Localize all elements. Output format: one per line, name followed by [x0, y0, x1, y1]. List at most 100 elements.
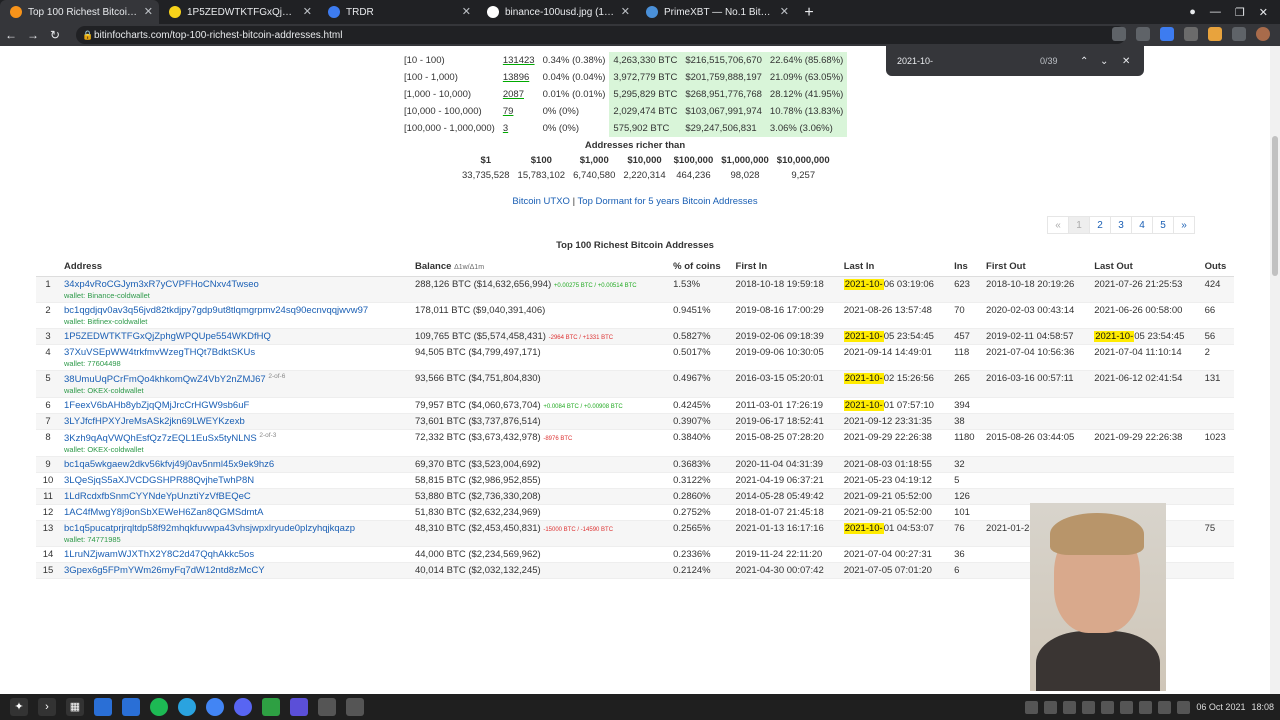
browser-tab[interactable]: PrimeXBT — No.1 Bitcoin Tra ✕	[636, 0, 795, 24]
pagination-item[interactable]: »	[1173, 216, 1195, 234]
wallet-label[interactable]: wallet: OKEX-coldwallet	[64, 386, 407, 395]
dormant-link[interactable]: Top Dormant for 5 years Bitcoin Addresse…	[578, 196, 758, 207]
distribution-range: [1,000 - 10,000)	[404, 89, 472, 100]
address-link[interactable]: bc1qgdjqv0av3q56jvd82tkdjpy7gdp9ut8tlqmg…	[64, 305, 368, 316]
tray-volume-icon[interactable]	[1139, 700, 1153, 714]
utxo-link[interactable]: Bitcoin UTXO	[512, 196, 570, 207]
files-icon[interactable]	[94, 698, 112, 716]
browser-tab[interactable]: Top 100 Richest Bitcoin Addres ✕	[0, 0, 159, 24]
tray-wifi-icon[interactable]	[1177, 700, 1191, 714]
first-out-header[interactable]: First Out	[982, 258, 1091, 277]
minimize-icon[interactable]: —	[1210, 6, 1221, 18]
address-link[interactable]: 3Kzh9qAqVWQhEsfQz7zEQL1EuSx5tyNLNS	[64, 433, 257, 444]
address-link[interactable]: 3LQeSjqS5aXJVCDGSHPR88QvjheTwhP8N	[64, 475, 254, 486]
balance-header[interactable]: Balance Δ1w/Δ1m	[410, 258, 670, 277]
first-in-header[interactable]: First In	[731, 258, 840, 277]
last-out-header[interactable]: Last Out	[1090, 258, 1201, 277]
pagination-item[interactable]: 2	[1089, 216, 1111, 234]
pagination-item[interactable]: «	[1047, 216, 1069, 234]
tray-app-icon[interactable]	[1063, 700, 1077, 714]
address-bar[interactable]: 🔒 bitinfocharts.com/top-100-richest-bitc…	[76, 26, 1126, 44]
app-icon[interactable]	[346, 698, 364, 716]
scrollbar-thumb[interactable]	[1272, 136, 1278, 276]
address-link[interactable]: bc1qa5wkgaew2dkv56kfvj49j0av5nml45x9ek9h…	[64, 459, 274, 470]
spotify-icon[interactable]	[150, 698, 168, 716]
extension-icon[interactable]	[1184, 27, 1198, 41]
browser-tab[interactable]: binance-100usd.jpg (1280×6 ✕	[477, 0, 636, 24]
reload-icon[interactable]: ↻	[44, 28, 66, 42]
puzzle-icon[interactable]	[1232, 27, 1246, 41]
pagination-item[interactable]: 1	[1068, 216, 1090, 234]
page-scrollbar[interactable]	[1270, 46, 1280, 694]
task-view-icon[interactable]: ▦	[66, 698, 84, 716]
find-next-icon[interactable]: ⌄	[1100, 56, 1108, 67]
bookmark-star-icon[interactable]	[1136, 27, 1150, 41]
start-menu-icon[interactable]: ✦	[10, 698, 28, 716]
last-in-header[interactable]: Last In	[839, 258, 951, 277]
shield-extension-icon[interactable]	[1160, 27, 1174, 41]
obs-icon[interactable]	[318, 698, 336, 716]
back-icon[interactable]: ←	[0, 28, 22, 42]
balance-cell: 69,370 BTC ($3,523,004,692)	[410, 456, 670, 473]
tray-bluetooth-icon[interactable]	[1158, 700, 1172, 714]
pagination-item[interactable]: 4	[1131, 216, 1153, 234]
wallet-label[interactable]: wallet: OKEX-coldwallet	[64, 445, 407, 454]
chrome-icon[interactable]	[206, 698, 224, 716]
address-link[interactable]: 1LruNZjwamWJXThX2Y8C2d47QqhAkkc5os	[64, 549, 254, 560]
browser-tab[interactable]: 1P5ZEDWTKTFGxQjZphgWPUp ✕	[159, 0, 318, 24]
tab-close-icon[interactable]: ✕	[462, 5, 471, 18]
tray-discord-icon[interactable]	[1082, 700, 1096, 714]
find-previous-icon[interactable]: ⌃	[1080, 56, 1088, 67]
close-window-icon[interactable]: ✕	[1259, 6, 1268, 19]
editor-icon[interactable]	[290, 698, 308, 716]
find-close-icon[interactable]: ✕	[1122, 56, 1130, 67]
browser-tab[interactable]: TRDR ✕	[318, 0, 477, 24]
wallet-label[interactable]: wallet: Binance-coldwallet	[64, 291, 407, 300]
maximize-icon[interactable]: ❐	[1235, 6, 1245, 19]
tray-display-icon[interactable]	[1044, 700, 1058, 714]
discord-icon[interactable]	[234, 698, 252, 716]
tab-close-icon[interactable]: ✕	[303, 5, 312, 18]
address-link[interactable]: 1FeexV6bAHb8ybZjqQMjJrcCrHGW9sb6uF	[64, 400, 249, 411]
pagination-item[interactable]: 3	[1110, 216, 1132, 234]
pct-header[interactable]: % of coins	[669, 258, 732, 277]
new-tab-button[interactable]: +	[795, 2, 823, 24]
forward-icon[interactable]: →	[22, 28, 44, 42]
outs-header[interactable]: Outs	[1200, 258, 1234, 277]
last-out-cell: 2021-06-26 00:58:00	[1090, 302, 1201, 329]
search-highlight: 2021-10-	[843, 372, 884, 384]
wallet-label[interactable]: wallet: Bitfinex-coldwallet	[64, 317, 407, 326]
folder-icon[interactable]	[122, 698, 140, 716]
show-desktop-icon[interactable]: ›	[38, 698, 56, 716]
pagination-item[interactable]: 5	[1152, 216, 1174, 234]
tray-shield-icon[interactable]	[1101, 700, 1115, 714]
metamask-icon[interactable]	[1208, 27, 1222, 41]
cast-icon[interactable]	[1112, 27, 1126, 41]
avatar[interactable]	[1256, 27, 1270, 41]
tab-close-icon[interactable]: ✕	[144, 5, 153, 18]
address-header[interactable]: Address	[60, 258, 411, 277]
ins-header[interactable]: Ins	[950, 258, 983, 277]
tray-network-icon[interactable]	[1120, 700, 1134, 714]
last-out-cell: 2021-06-12 02:41:54	[1090, 370, 1201, 398]
distribution-btc: 5,295,829 BTC	[609, 86, 682, 103]
address-link[interactable]: 1LdRcdxfbSnmCYYNdeYpUnztiYzVfBEQeC	[64, 491, 251, 502]
address-link[interactable]: 3LYJfcfHPXYJreMsASk2jkn69LWEYKzexb	[64, 416, 245, 427]
find-input[interactable]: 2021-10-	[897, 56, 933, 66]
tray-settings-icon[interactable]	[1025, 700, 1039, 714]
wallet-label[interactable]: wallet: 74771985	[64, 535, 407, 544]
green-app-icon[interactable]	[262, 698, 280, 716]
tab-close-icon[interactable]: ✕	[780, 5, 789, 18]
tab-close-icon[interactable]: ✕	[621, 5, 630, 18]
address-link[interactable]: 37XuVSEpWW4trkfmvWzegTHQt7BdktSKUs	[64, 347, 255, 358]
distribution-row: [100 - 1,000) 13896 0.04% (0.04%) 3,972,779…	[400, 69, 848, 86]
address-link[interactable]: 1P5ZEDWTKTFGxQjZphgWPQUpe554WKDfHQ	[64, 331, 271, 342]
telegram-icon[interactable]	[178, 698, 196, 716]
profile-icon[interactable]: ●	[1189, 6, 1196, 18]
address-link[interactable]: 3Gpex6g5FPmYWm26myFq7dW12ntd8zMcCY	[64, 565, 265, 576]
address-link[interactable]: 1AC4fMwgY8j9onSbXEWeH6Zan8QGMSdmtA	[64, 507, 263, 518]
wallet-label[interactable]: wallet: 77604498	[64, 359, 407, 368]
address-link[interactable]: 34xp4vRoCGJym3xR7yCVPFHoCNxv4Twseo	[64, 279, 259, 290]
address-link[interactable]: 38UmuUqPCrFmQo4khkomQwZ4VbY2nZMJ67	[64, 374, 266, 385]
address-link[interactable]: bc1q5pucatprjrqltdp58f92mhqkfuvwpa43vhsj…	[64, 523, 355, 534]
